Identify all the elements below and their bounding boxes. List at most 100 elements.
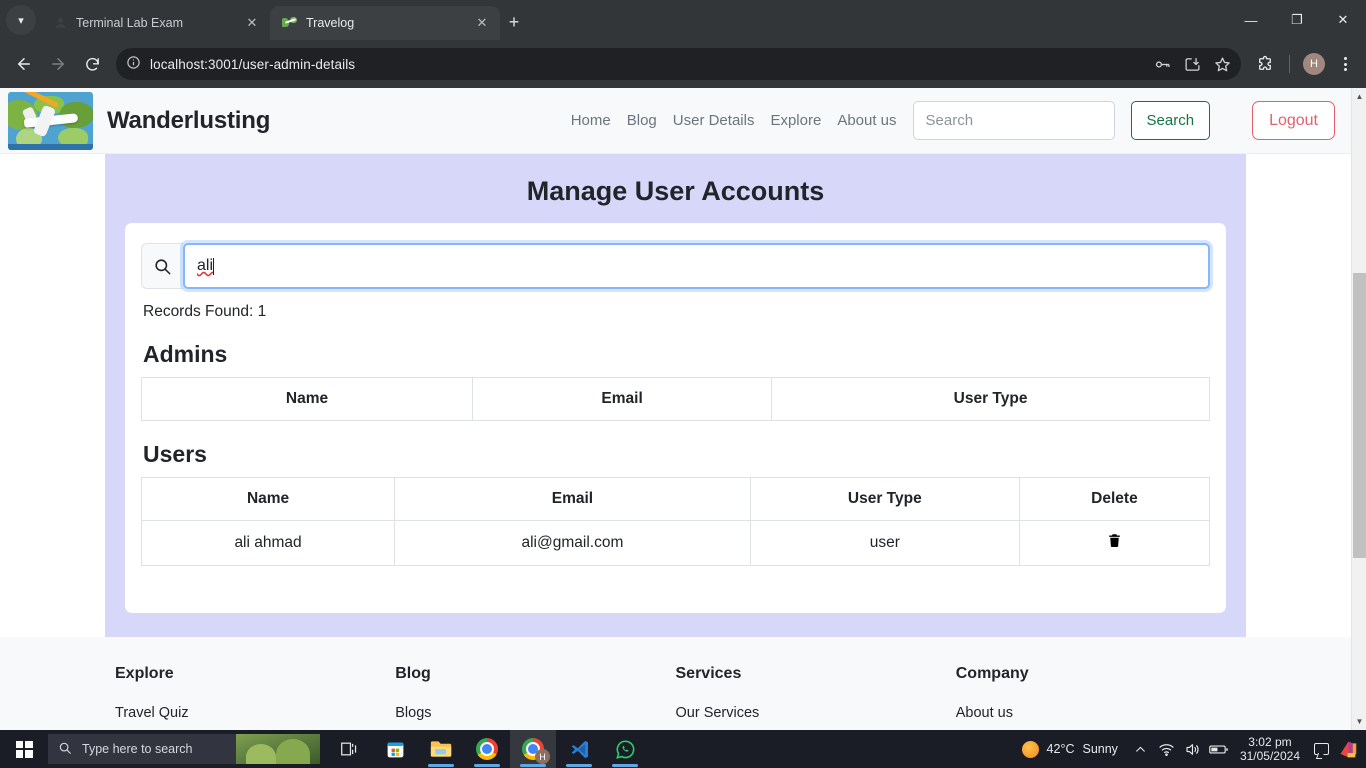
admin-search-row: ali xyxy=(141,243,1210,289)
weather-widget[interactable]: 42°C Sunny xyxy=(1012,740,1128,758)
scroll-down-icon[interactable]: ▼ xyxy=(1352,713,1366,730)
google-chrome-icon[interactable] xyxy=(464,730,510,768)
footer-link[interactable]: About us xyxy=(956,705,1236,721)
nav-link-user-details[interactable]: User Details xyxy=(673,112,755,129)
nav-link-home[interactable]: Home xyxy=(571,112,611,129)
maximize-button[interactable]: ❐ xyxy=(1274,0,1320,40)
omnibox-actions xyxy=(1149,51,1235,77)
records-found-label: Records Found: 1 xyxy=(143,303,267,320)
lavender-panel: Manage User Accounts ali Records Found: … xyxy=(105,154,1246,637)
office-icon[interactable] xyxy=(1334,730,1360,768)
site-footer: Explore Travel Quiz Blog Blogs Services … xyxy=(0,637,1351,730)
site-brand[interactable]: Wanderlusting xyxy=(107,107,270,135)
microsoft-store-icon[interactable] xyxy=(372,730,418,768)
header-search-input[interactable] xyxy=(912,101,1115,140)
info-circle-icon[interactable] xyxy=(126,55,141,73)
start-button[interactable] xyxy=(0,730,48,768)
taskbar-clock[interactable]: 3:02 pm 31/05/2024 xyxy=(1232,735,1308,763)
volume-icon[interactable] xyxy=(1180,730,1206,768)
footer-link[interactable]: Blogs xyxy=(395,705,675,721)
password-key-icon[interactable] xyxy=(1149,51,1175,77)
address-bar[interactable]: localhost:3001/user-admin-details xyxy=(116,48,1241,80)
admins-col-name: Name xyxy=(140,377,474,421)
footer-columns: Explore Travel Quiz Blog Blogs Services … xyxy=(0,665,1351,730)
windows-taskbar: Type here to search H 42°C Sunny 3:02 pm… xyxy=(0,730,1366,768)
footer-column-explore: Explore Travel Quiz xyxy=(115,665,395,730)
battery-icon[interactable] xyxy=(1206,730,1232,768)
footer-link[interactable]: Our Services xyxy=(676,705,956,721)
scrollbar-thumb[interactable] xyxy=(1353,273,1366,558)
profile-avatar[interactable]: H xyxy=(1298,48,1330,80)
minimize-button[interactable]: — xyxy=(1228,0,1274,40)
user-accounts-card: ali Records Found: 1 Admins Name Email U… xyxy=(125,223,1226,613)
show-hidden-icons[interactable] xyxy=(1128,730,1154,768)
tab-close-icon[interactable]: ✕ xyxy=(244,15,260,31)
footer-heading: Services xyxy=(675,665,742,682)
world-map-icon xyxy=(282,15,298,31)
header-search-button[interactable]: Search xyxy=(1130,101,1211,140)
footer-column-company: Company About us xyxy=(956,665,1236,730)
users-table: Name Email User Type Delete ali ahmad al… xyxy=(140,477,1211,566)
browser-tab-terminal-lab-exam[interactable]: Terminal Lab Exam ✕ xyxy=(40,6,270,40)
page-scrollbar[interactable]: ▲ ▼ xyxy=(1351,88,1366,730)
table-row: ali ahmad ali@gmail.com user xyxy=(140,520,1211,566)
back-icon[interactable] xyxy=(8,48,40,80)
site-header: Wanderlusting Home Blog User Details Exp… xyxy=(0,88,1351,154)
wifi-icon[interactable] xyxy=(1154,730,1180,768)
admins-table: Name Email User Type xyxy=(140,377,1210,421)
logout-button[interactable]: Logout xyxy=(1252,101,1335,140)
nav-link-about-us[interactable]: About us xyxy=(837,112,896,129)
install-app-icon[interactable] xyxy=(1179,51,1205,77)
tab-close-icon[interactable]: ✕ xyxy=(474,15,490,31)
users-col-email: Email xyxy=(394,477,751,521)
windows-logo-icon xyxy=(15,740,33,758)
scroll-up-icon[interactable]: ▲ xyxy=(1352,88,1366,105)
system-tray: 42°C Sunny 3:02 pm 31/05/2024 xyxy=(1012,730,1366,768)
reload-icon[interactable] xyxy=(76,48,108,80)
content-wrapper: Manage User Accounts ali Records Found: … xyxy=(0,154,1351,637)
table-header-row: Name Email User Type xyxy=(140,377,1210,421)
search-icon xyxy=(58,741,72,758)
nav-link-blog[interactable]: Blog xyxy=(627,112,657,129)
action-center-icon[interactable] xyxy=(1308,730,1334,768)
address-bar-url: localhost:3001/user-admin-details xyxy=(150,56,356,72)
world-map-airplane-logo[interactable] xyxy=(8,91,93,150)
admins-col-user-type: User Type xyxy=(771,377,1210,421)
footer-link[interactable]: Travel Quiz xyxy=(115,705,395,721)
users-table-body: ali ahmad ali@gmail.com user xyxy=(140,520,1211,566)
users-col-user-type: User Type xyxy=(749,477,1020,521)
clock-time: 3:02 pm xyxy=(1248,735,1292,749)
trash-icon[interactable] xyxy=(1107,534,1122,553)
google-chrome-profile-h-icon[interactable]: H xyxy=(510,730,556,768)
chevron-down-icon: ▾ xyxy=(18,14,24,27)
users-col-name: Name xyxy=(140,477,396,521)
web-page: Wanderlusting Home Blog User Details Exp… xyxy=(0,88,1351,730)
taskbar-search-box[interactable]: Type here to search xyxy=(48,734,320,764)
tab-search-button[interactable]: ▾ xyxy=(6,5,36,35)
forward-icon[interactable] xyxy=(42,48,74,80)
browser-tab-travelog[interactable]: Travelog ✕ xyxy=(270,6,500,40)
nav-link-explore[interactable]: Explore xyxy=(770,112,821,129)
close-window-button[interactable]: ✕ xyxy=(1320,0,1366,40)
visual-studio-code-icon[interactable] xyxy=(556,730,602,768)
extensions-puzzle-icon[interactable] xyxy=(1249,48,1281,80)
task-view-button[interactable] xyxy=(326,730,372,768)
tab-title: Travelog xyxy=(306,16,355,30)
footer-heading: Explore xyxy=(115,665,174,682)
window-controls: — ❐ ✕ xyxy=(1228,0,1366,40)
taskbar-search-placeholder: Type here to search xyxy=(82,742,193,756)
bookmark-star-icon[interactable] xyxy=(1209,51,1235,77)
admin-search-input[interactable]: ali xyxy=(183,243,1210,289)
site-nav: Home Blog User Details Explore About us … xyxy=(571,101,1351,140)
sun-icon xyxy=(1021,740,1039,758)
whatsapp-icon[interactable] xyxy=(602,730,648,768)
browser-toolbar: localhost:3001/user-admin-details H xyxy=(0,40,1366,88)
new-tab-button[interactable]: + xyxy=(500,8,528,36)
person-card-icon xyxy=(52,15,68,31)
file-explorer-icon[interactable] xyxy=(418,730,464,768)
weather-temperature: 42°C xyxy=(1046,742,1075,756)
browser-menu-icon[interactable] xyxy=(1332,49,1358,79)
users-col-delete: Delete xyxy=(1018,477,1211,521)
admins-heading: Admins xyxy=(143,341,228,367)
search-highlight-thumbnail xyxy=(236,734,320,764)
